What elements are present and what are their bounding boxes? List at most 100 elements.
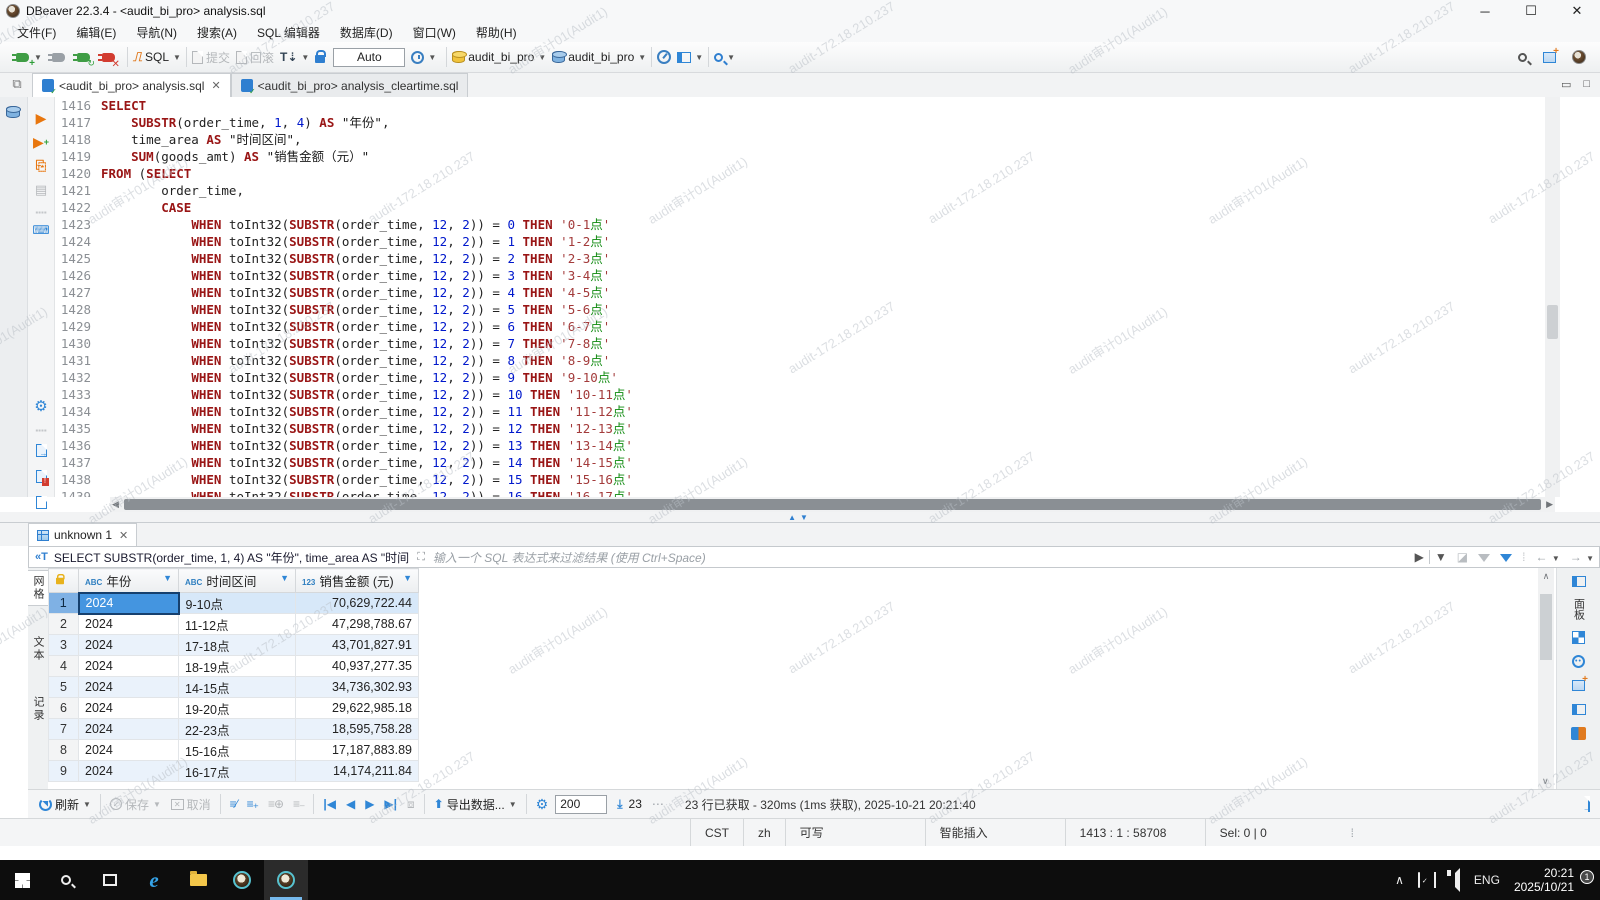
results-tab[interactable]: unknown 1 ✕: [28, 523, 137, 546]
code-line[interactable]: 1422 CASE: [55, 199, 1545, 216]
row-number-cell[interactable]: 7: [49, 719, 79, 740]
cursor-position[interactable]: 1413 : 1 : 58708: [1065, 819, 1205, 846]
code-line[interactable]: 1416SELECT: [55, 97, 1545, 114]
data-cell[interactable]: 2024: [79, 677, 179, 698]
data-cell[interactable]: 2024: [79, 593, 179, 614]
results-table[interactable]: ABC年份▼ABC时间区间▼123销售金额 (元)▼120249-10点70,6…: [48, 568, 419, 782]
dbeaver-head-icon[interactable]: [1572, 50, 1586, 64]
editor-tab[interactable]: <audit_bi_pro> analysis_cleartime.sql: [231, 73, 469, 97]
code-line[interactable]: 1420FROM (SELECT: [55, 165, 1545, 182]
table-row[interactable]: 7202422-23点18,595,758.28: [49, 719, 419, 740]
code-line[interactable]: 1421 order_time,: [55, 182, 1545, 199]
console-icon[interactable]: ⌨: [32, 221, 50, 239]
code-line[interactable]: 1418 time_area AS "时间区间",: [55, 131, 1545, 148]
presentation-tab-grid[interactable]: 网格: [28, 570, 49, 606]
data-cell[interactable]: 47,298,788.67: [296, 614, 419, 635]
code-line[interactable]: 1435 WHEN toInt32(SUBSTR(order_time, 12,…: [55, 420, 1545, 437]
row-number-cell[interactable]: 4: [49, 656, 79, 677]
data-cell[interactable]: 18-19点: [179, 656, 296, 677]
menu-item[interactable]: 帮助(H): [467, 22, 526, 43]
disconnect-all-button[interactable]: ✕: [98, 47, 120, 67]
explain-plan-icon[interactable]: ▤: [32, 181, 50, 199]
data-cell[interactable]: 17-18点: [179, 635, 296, 656]
column-header[interactable]: 123销售金额 (元)▼: [296, 569, 419, 593]
table-row[interactable]: 2202411-12点47,298,788.67: [49, 614, 419, 635]
data-cell[interactable]: 34,736,302.93: [296, 677, 419, 698]
transaction-timeout-button[interactable]: ▼: [408, 49, 439, 66]
filter-history-icon[interactable]: ▼: [1429, 550, 1452, 564]
column-header[interactable]: ABC时间区间▼: [179, 569, 296, 593]
row-number-cell[interactable]: 2: [49, 614, 79, 635]
execute-new-tab-icon[interactable]: ▶+: [32, 133, 50, 151]
code-line[interactable]: 1419 SUM(goods_amt) AS "销售金额（元）": [55, 148, 1545, 165]
active-query-text[interactable]: SELECT SUBSTR(order_time, 1, 4) AS "年份",…: [54, 549, 409, 566]
maximize-button[interactable]: ☐: [1508, 0, 1554, 22]
transaction-log-button[interactable]: T⇣▼: [277, 48, 312, 66]
sql-editor-button[interactable]: ⎍SQL▼: [130, 47, 184, 67]
grid-settings-gear-icon[interactable]: ⚙: [533, 795, 552, 814]
write-mode-indicator[interactable]: 可写: [785, 819, 925, 846]
grid-vscrollbar[interactable]: ∧ ∨: [1538, 568, 1554, 789]
hidden-icons-chevron[interactable]: ∧: [1395, 873, 1404, 887]
data-cell[interactable]: 2024: [79, 698, 179, 719]
variables-doc-icon[interactable]: [32, 493, 50, 511]
commit-mode-select[interactable]: Auto: [333, 48, 405, 67]
data-cell[interactable]: 18,595,758.28: [296, 719, 419, 740]
data-cell[interactable]: 43,701,827.91: [296, 635, 419, 656]
code-line[interactable]: 1428 WHEN toInt32(SUBSTR(order_time, 12,…: [55, 301, 1545, 318]
rollback-button[interactable]: 回滚: [233, 47, 277, 68]
selection-info[interactable]: Sel: 0 | 0: [1205, 819, 1345, 846]
table-row[interactable]: 5202414-15点34,736,302.93: [49, 677, 419, 698]
start-button[interactable]: [0, 860, 44, 900]
volume-tray-icon[interactable]: [1450, 873, 1460, 887]
record-mode-icon[interactable]: ••: [1571, 654, 1587, 668]
panels-toggle-icon[interactable]: [1571, 574, 1587, 588]
restore-panel-icon[interactable]: ⧉: [8, 75, 26, 93]
code-line[interactable]: 1423 WHEN toInt32(SUBSTR(order_time, 12,…: [55, 216, 1545, 233]
apply-filter-icon[interactable]: ▶: [1410, 550, 1429, 564]
language-indicator[interactable]: ENG: [1474, 873, 1500, 887]
column-menu-icon[interactable]: ▼: [403, 573, 412, 583]
settings-gear-icon[interactable]: ⚙: [32, 397, 50, 415]
file-explorer-icon[interactable]: [176, 860, 220, 900]
grid-scroll-up-icon[interactable]: ∧: [1543, 571, 1550, 581]
editor-vscrollbar[interactable]: [1545, 97, 1560, 497]
presentation-tab-record[interactable]: 记录: [28, 692, 48, 726]
data-cell[interactable]: 11-12点: [179, 614, 296, 635]
row-number-cell[interactable]: 1: [49, 593, 79, 614]
menu-item[interactable]: 数据库(D): [331, 22, 402, 43]
minimize-editor-icon[interactable]: ▭: [1561, 78, 1571, 91]
row-number-cell[interactable]: 8: [49, 740, 79, 761]
presentation-tab-text[interactable]: 文本: [28, 632, 48, 666]
next-row-icon[interactable]: ▶: [362, 797, 377, 811]
table-row[interactable]: 4202418-19点40,937,277.35: [49, 656, 419, 677]
code-line[interactable]: 1436 WHEN toInt32(SUBSTR(order_time, 12,…: [55, 437, 1545, 454]
notes-doc-icon[interactable]: [1588, 797, 1590, 811]
aggregate-icons[interactable]: [1571, 726, 1587, 740]
grouping-panel-icon[interactable]: [1571, 702, 1587, 716]
data-cell[interactable]: 2024: [79, 614, 179, 635]
code-line[interactable]: 1430 WHEN toInt32(SUBSTR(order_time, 12,…: [55, 335, 1545, 352]
column-menu-icon[interactable]: ▼: [280, 573, 289, 583]
close-tab-icon[interactable]: ✕: [211, 79, 220, 92]
data-cell[interactable]: 2024: [79, 761, 179, 782]
commit-button[interactable]: 提交: [189, 47, 233, 68]
data-cell[interactable]: 40,937,277.35: [296, 656, 419, 677]
export-data-button[interactable]: ⬆导出数据...▼: [431, 795, 520, 814]
db-navigator-icon[interactable]: [4, 103, 22, 121]
save-button[interactable]: ✓保存▼: [107, 795, 164, 814]
filter-outline-icon[interactable]: [1473, 550, 1495, 564]
internet-explorer-icon[interactable]: e: [132, 860, 176, 900]
code-line[interactable]: 1427 WHEN toInt32(SUBSTR(order_time, 12,…: [55, 284, 1545, 301]
minimize-button[interactable]: ─: [1462, 0, 1508, 22]
code-line[interactable]: 1424 WHEN toInt32(SUBSTR(order_time, 12,…: [55, 233, 1545, 250]
last-row-icon[interactable]: ▶|: [381, 797, 400, 811]
sash-arrows-icon[interactable]: ▲▼: [788, 513, 812, 522]
menu-item[interactable]: 文件(F): [8, 22, 65, 43]
code-line[interactable]: 1431 WHEN toInt32(SUBSTR(order_time, 12,…: [55, 352, 1545, 369]
data-cell[interactable]: 2024: [79, 719, 179, 740]
data-cell[interactable]: 70,629,722.44: [296, 593, 419, 614]
column-menu-icon[interactable]: ▼: [163, 573, 172, 583]
prev-row-icon[interactable]: ◀: [343, 797, 358, 811]
data-cell[interactable]: 15-16点: [179, 740, 296, 761]
